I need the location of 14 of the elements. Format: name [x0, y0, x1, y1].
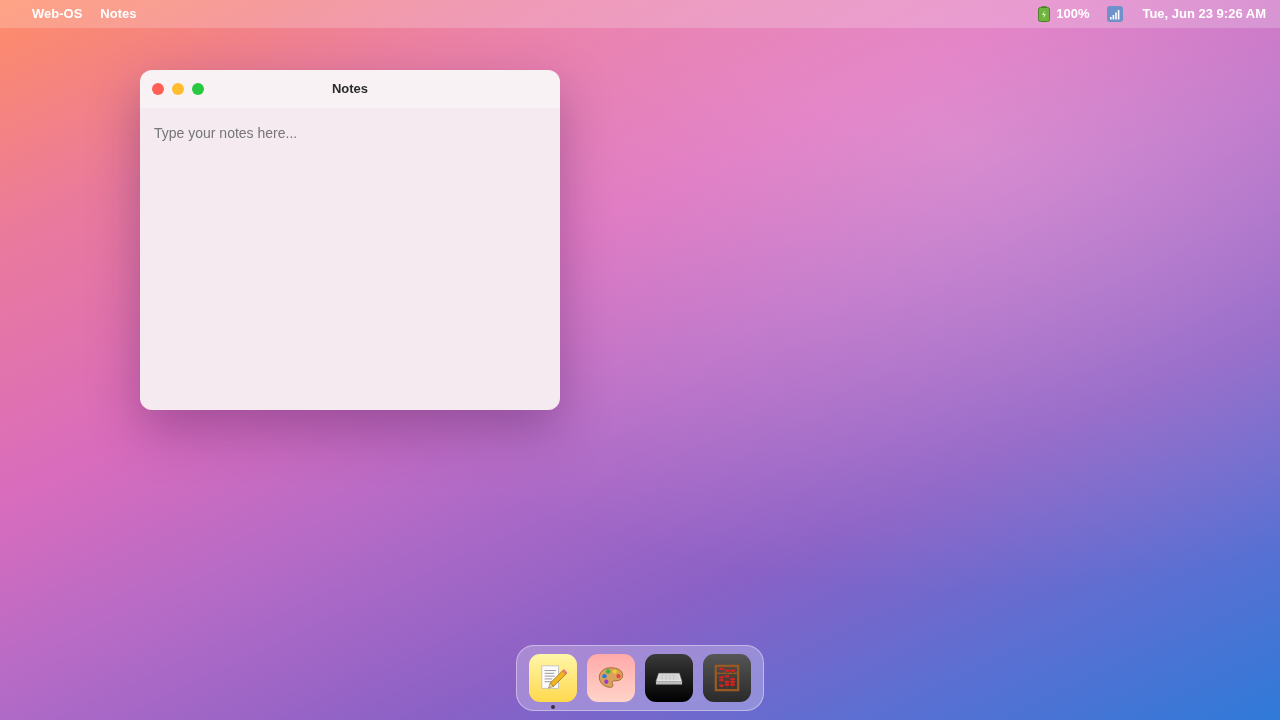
maximize-button[interactable]: [192, 83, 204, 95]
active-app-menu[interactable]: Notes: [100, 4, 137, 24]
battery-percentage: 100%: [1056, 5, 1090, 24]
battery-icon: [1038, 6, 1051, 22]
minimize-button[interactable]: [172, 83, 184, 95]
dock-item[interactable]: [645, 654, 693, 702]
abacus-icon: [713, 664, 741, 692]
signal-icon: [1107, 6, 1124, 22]
notes-text-area[interactable]: Type your notes here...: [140, 108, 560, 410]
clock: Tue, Jun 23 9:26 AM: [1142, 5, 1266, 24]
system-name-menu[interactable]: Web-OS: [32, 4, 83, 24]
window-title: Notes: [331, 80, 369, 99]
close-button[interactable]: [152, 83, 164, 95]
notepad-pencil-icon: [539, 664, 567, 692]
